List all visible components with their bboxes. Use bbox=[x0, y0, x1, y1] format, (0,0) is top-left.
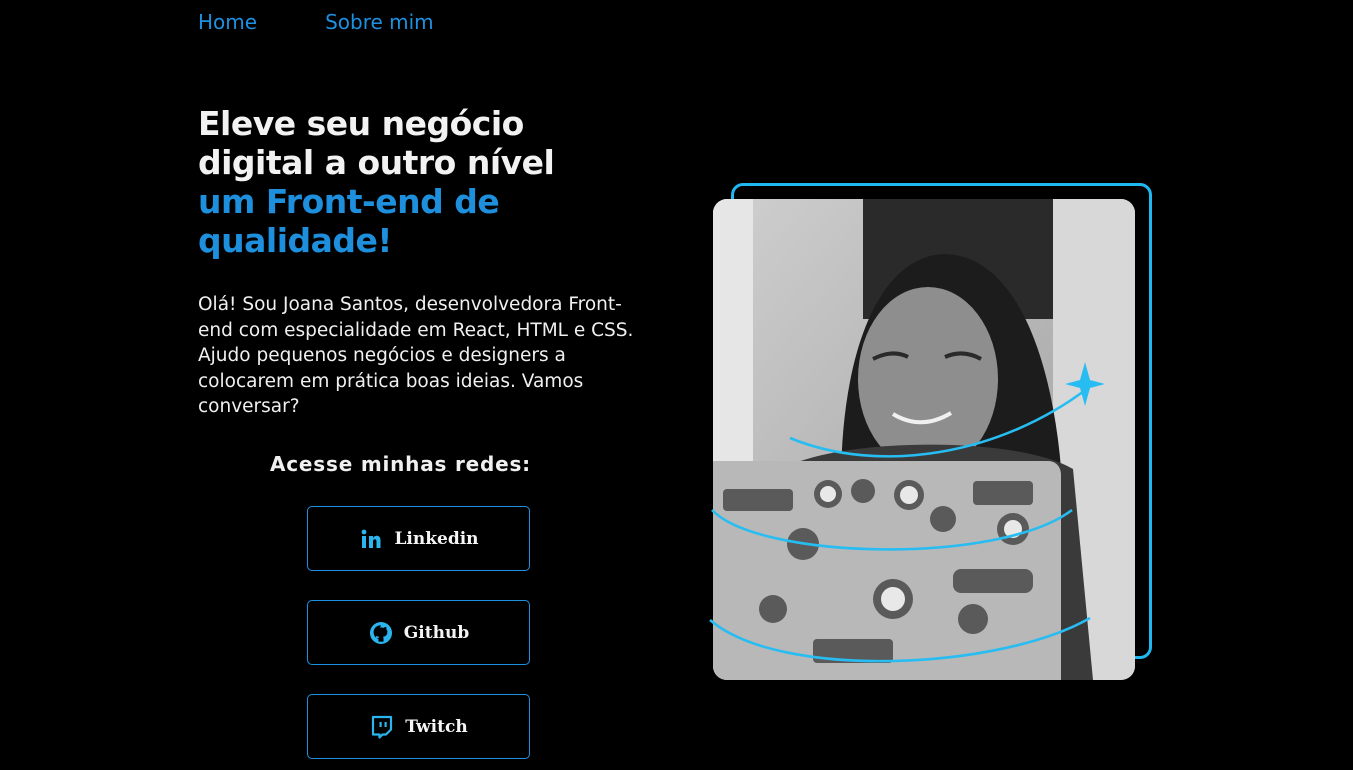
profile-photo bbox=[713, 199, 1135, 680]
github-button[interactable]: Github bbox=[307, 600, 530, 665]
github-label: Github bbox=[403, 622, 470, 643]
social-title: Acesse minhas redes: bbox=[270, 452, 531, 476]
twitch-label: Twitch bbox=[405, 716, 468, 737]
top-nav: Home Sobre mim bbox=[198, 10, 434, 34]
github-icon bbox=[368, 620, 394, 646]
intro-paragraph: Olá! Sou Joana Santos, desenvolvedora Fr… bbox=[198, 294, 634, 417]
linkedin-icon bbox=[358, 526, 384, 552]
twitch-button[interactable]: Twitch bbox=[307, 694, 530, 759]
hero-title-line-2: digital a outro nível bbox=[198, 143, 555, 182]
twitch-icon bbox=[369, 714, 395, 740]
hero-title-accent-2: qualidade! bbox=[198, 221, 392, 260]
nav-home-link[interactable]: Home bbox=[198, 10, 257, 34]
linkedin-label: Linkedin bbox=[394, 528, 479, 549]
hero-title-line-1: Eleve seu negócio bbox=[198, 104, 524, 143]
linkedin-button[interactable]: Linkedin bbox=[307, 506, 530, 571]
nav-about-link[interactable]: Sobre mim bbox=[325, 10, 434, 34]
hero-title-accent-1: um Front-end de bbox=[198, 182, 500, 221]
hero-title: Eleve seu negócio digital a outro nível … bbox=[198, 104, 628, 260]
